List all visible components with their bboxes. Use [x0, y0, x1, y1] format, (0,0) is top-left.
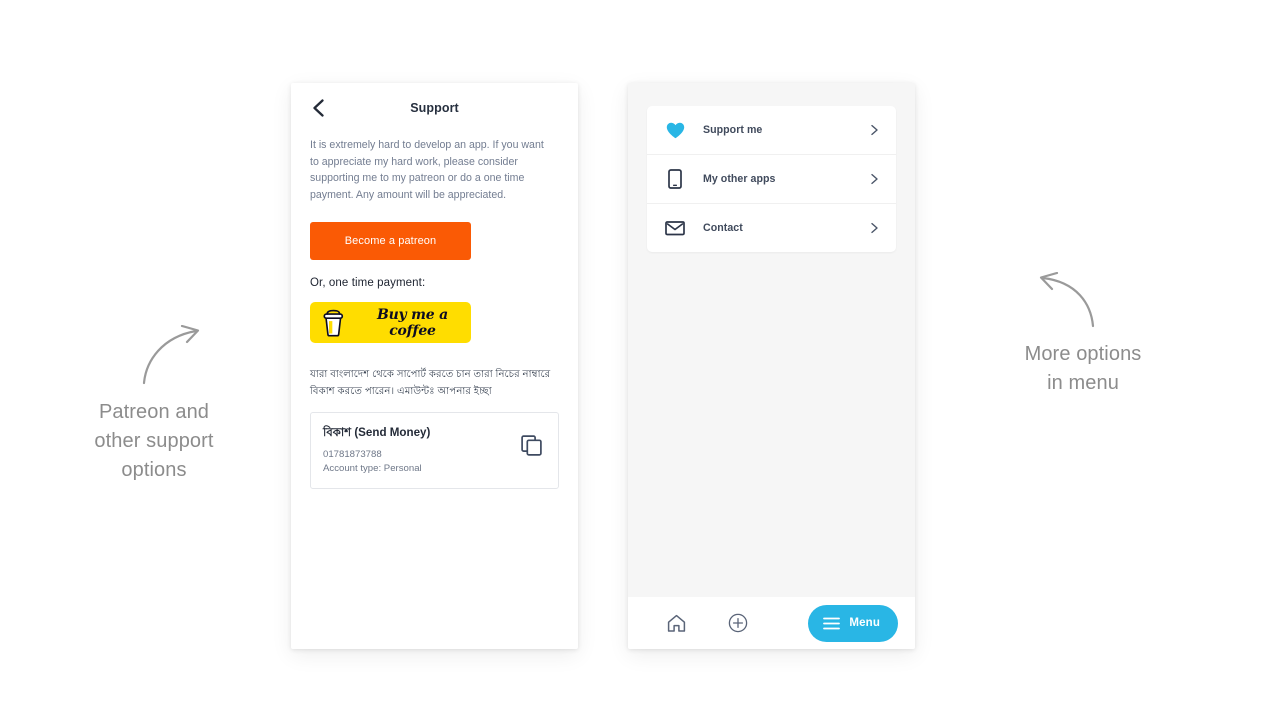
buy-me-a-coffee-label: Buy me a coffee: [376, 306, 449, 339]
hamburger-icon: [823, 617, 841, 629]
support-body: It is extremely hard to develop an app. …: [291, 137, 578, 490]
menu-item-contact[interactable]: Contact: [647, 204, 896, 252]
annotation-left-line2: other support: [94, 430, 214, 452]
bkash-card-info: বিকাশ (Send Money) 01781873788 Account t…: [323, 424, 430, 476]
one-time-payment-label: Or, one time payment:: [310, 277, 426, 290]
add-button[interactable]: [707, 613, 769, 633]
chevron-right-icon: [871, 124, 878, 136]
annotation-left-text: Patreon and other support options: [48, 398, 260, 485]
phone-icon: [664, 168, 686, 190]
plus-circle-icon: [728, 613, 748, 633]
home-button[interactable]: [645, 614, 707, 633]
intro-paragraph: It is extremely hard to develop an app. …: [310, 139, 544, 201]
menu-list-card: Support me My other apps Contact: [647, 106, 896, 252]
annotation-right-line2: in menu: [1047, 372, 1119, 394]
chevron-left-icon: [312, 99, 324, 117]
annotation-left-line3: options: [121, 459, 187, 481]
menu-item-label: Contact: [703, 222, 743, 234]
copy-button[interactable]: [519, 433, 543, 457]
annotation-right-line1: More options: [1024, 343, 1142, 365]
menu-button-label: Menu: [849, 617, 880, 629]
bottom-navigation-bar: Menu: [628, 597, 915, 649]
coffee-cup-icon: [323, 309, 344, 337]
become-a-patreon-button[interactable]: Become a patreon: [310, 222, 471, 261]
bkash-account-card[interactable]: বিকাশ (Send Money) 01781873788 Account t…: [310, 412, 559, 490]
annotation-arrow-right: [1039, 272, 1095, 328]
heart-icon: [664, 119, 686, 141]
menu-item-label: My other apps: [703, 173, 776, 185]
menu-screen-phone: Support me My other apps Contact Menu: [628, 83, 915, 649]
copy-icon: [520, 435, 542, 456]
envelope-icon: [664, 217, 686, 239]
home-icon: [667, 614, 685, 632]
menu-item-label: Support me: [703, 124, 763, 136]
menu-button[interactable]: Menu: [808, 604, 898, 642]
support-screen-phone: Support It is extremely hard to develop …: [291, 83, 578, 649]
app-bar: Support: [291, 83, 578, 133]
annotation-arrow-left: [142, 325, 200, 385]
annotation-right-text: More options in menu: [978, 340, 1188, 398]
bkash-card-account-type: Account type: Personal: [323, 463, 422, 475]
bkash-card-number: 01781873788: [323, 449, 382, 461]
chevron-right-icon: [871, 222, 878, 234]
chevron-right-icon: [871, 173, 878, 185]
bkash-card-title: বিকাশ (Send Money): [323, 426, 431, 440]
bangla-support-note: যারা বাংলাদেশ থেকে সাপোর্ট করতে চান তারা…: [310, 369, 551, 398]
page-title: Support: [410, 101, 459, 115]
back-button[interactable]: [305, 95, 331, 121]
annotation-left-line1: Patreon and: [98, 401, 210, 423]
menu-item-support-me[interactable]: Support me: [647, 106, 896, 155]
buy-me-a-coffee-button[interactable]: Buy me a coffee: [310, 302, 471, 344]
menu-item-my-other-apps[interactable]: My other apps: [647, 155, 896, 204]
